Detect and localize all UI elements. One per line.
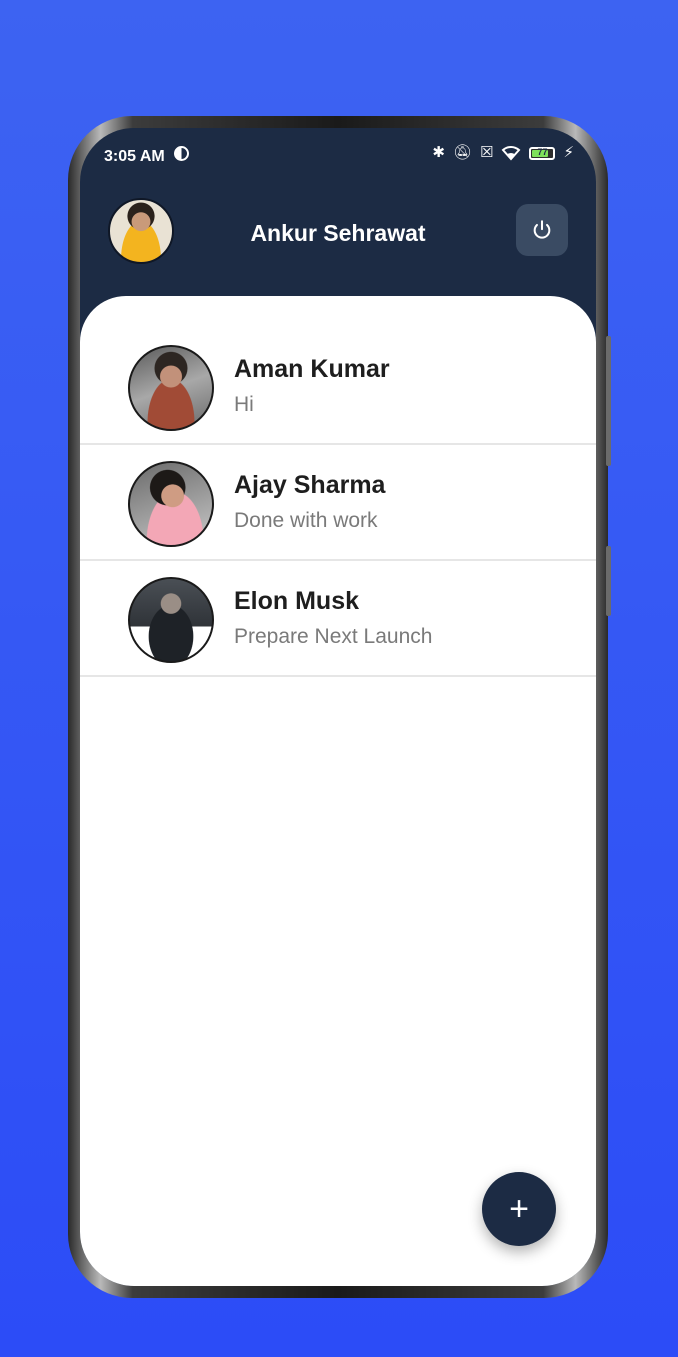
volume-button — [606, 336, 611, 466]
status-icons: ✱ 🔕︎ ☒ 77 ⚡︎ — [432, 144, 574, 162]
contact-name: Ajay Sharma — [234, 471, 386, 499]
new-chat-button[interactable]: + — [482, 1172, 556, 1246]
data-saver-icon — [174, 146, 189, 161]
plus-icon: + — [509, 1190, 529, 1228]
sim-icon: ☒ — [480, 144, 494, 161]
avatar — [128, 577, 214, 663]
chat-row-elon-musk[interactable]: Elon Musk Prepare Next Launch — [80, 561, 596, 677]
last-message: Done with work — [234, 509, 378, 532]
screen: 3:05 AM ✱ 🔕︎ ☒ 77 ⚡︎ Ankur Sehrawat Aman… — [80, 128, 596, 1286]
phone-frame: 3:05 AM ✱ 🔕︎ ☒ 77 ⚡︎ Ankur Sehrawat Aman… — [68, 116, 611, 1298]
logout-button[interactable] — [516, 204, 568, 256]
chat-row-aman-kumar[interactable]: Aman Kumar Hi — [80, 329, 596, 445]
charging-icon: ⚡︎ — [563, 144, 574, 161]
power-icon — [533, 220, 551, 239]
wifi-icon — [502, 146, 521, 161]
last-message: Hi — [234, 393, 254, 416]
avatar — [128, 345, 214, 431]
avatar — [128, 461, 214, 547]
contact-name: Aman Kumar — [234, 355, 390, 383]
chat-list: Aman Kumar Hi Ajay Sharma Done with work… — [80, 329, 596, 677]
last-message: Prepare Next Launch — [234, 625, 433, 648]
mute-icon: 🔕︎ — [452, 144, 472, 161]
battery-icon: 77 — [529, 146, 556, 160]
bluetooth-icon: ✱ — [432, 144, 445, 161]
app-header: Ankur Sehrawat — [80, 186, 596, 296]
power-side-button — [606, 546, 611, 616]
chat-list-card: Aman Kumar Hi Ajay Sharma Done with work… — [80, 296, 596, 1286]
battery-level: 77 — [537, 146, 548, 157]
status-time: 3:05 AM — [104, 148, 165, 165]
contact-name: Elon Musk — [234, 587, 360, 615]
chat-row-ajay-sharma[interactable]: Ajay Sharma Done with work — [80, 445, 596, 561]
status-bar: 3:05 AM ✱ 🔕︎ ☒ 77 ⚡︎ — [80, 128, 596, 186]
